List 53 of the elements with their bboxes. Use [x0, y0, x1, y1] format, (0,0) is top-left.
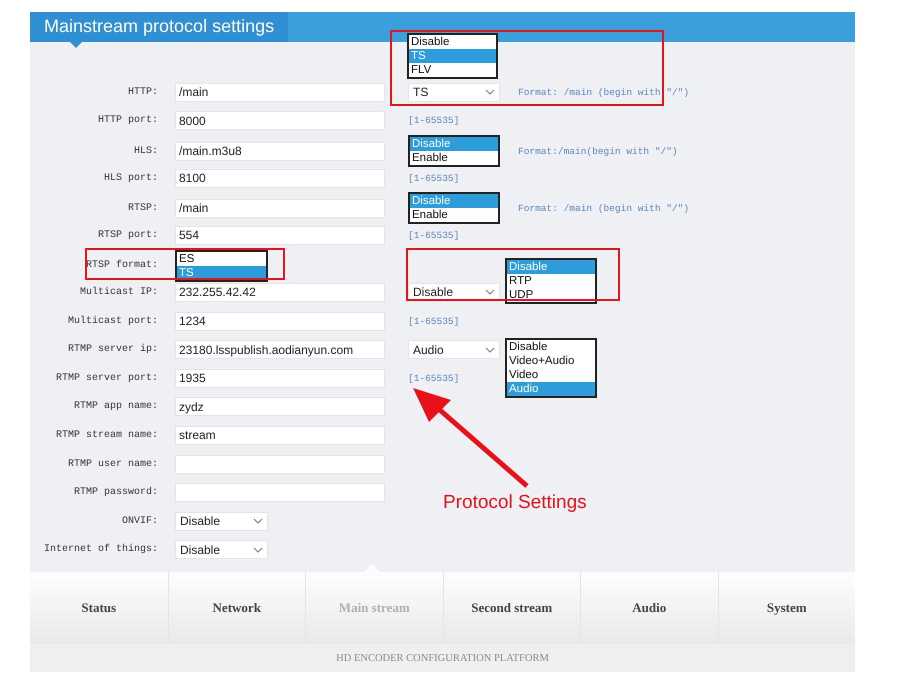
format-hint: Format: /main (begin with "/") — [518, 86, 690, 98]
field-label: HTTP port: — [98, 115, 158, 126]
select-field[interactable]: Audio — [408, 340, 500, 360]
page-title: Mainstream protocol settings — [30, 12, 288, 42]
text-field[interactable]: zydz — [175, 397, 385, 416]
field-label: ONVIF: — [122, 516, 158, 527]
select-field[interactable]: Disable — [175, 540, 268, 560]
nav-tab[interactable]: Status — [30, 572, 168, 644]
field-label: Multicast IP: — [80, 286, 158, 298]
text-field[interactable] — [175, 454, 385, 474]
text-field[interactable]: 23180.lsspublish.aodianyun.com — [175, 340, 385, 360]
field-label: RTMP user name: — [68, 458, 158, 470]
field-label: RTMP password: — [74, 487, 158, 498]
title-pointer — [70, 42, 82, 48]
text-field[interactable] — [175, 483, 385, 502]
select-field[interactable]: TS — [408, 82, 500, 102]
field-label: HTTP: — [128, 86, 158, 98]
chevron-down-icon — [485, 289, 495, 296]
port-range: [1-65535] — [408, 372, 460, 384]
field-label: RTMP stream name: — [56, 430, 158, 441]
text-field[interactable]: /main.m3u8 — [175, 142, 385, 161]
port-range: [1-65535] — [408, 230, 460, 241]
chevron-down-icon — [253, 546, 263, 553]
field-label: Internet of things: — [44, 544, 158, 556]
text-field[interactable]: 1234 — [175, 312, 385, 331]
field-label: RTMP app name: — [74, 401, 158, 412]
field-label: RTSP: — [128, 202, 158, 214]
text-field[interactable]: /main — [175, 198, 385, 218]
text-field[interactable]: /main — [175, 82, 385, 102]
field-label: Multicast port: — [68, 316, 158, 327]
field-label: RTMP server port: — [56, 372, 158, 384]
text-field[interactable]: stream — [175, 426, 385, 445]
chevron-down-icon — [485, 89, 495, 96]
format-hint: Format:/main(begin with "/") — [518, 146, 678, 157]
text-field[interactable]: 554 — [175, 226, 385, 245]
port-range: [1-65535] — [408, 172, 460, 184]
annotation-text: Protocol Settings — [443, 492, 587, 514]
text-field[interactable]: 1935 — [175, 368, 385, 388]
field-label: HLS port: — [104, 172, 158, 184]
select-field[interactable]: Disable — [175, 512, 268, 531]
chevron-down-icon — [485, 346, 495, 353]
port-range: [1-65535] — [408, 115, 460, 126]
text-field[interactable]: 8100 — [175, 168, 385, 188]
port-range: [1-65535] — [408, 316, 460, 327]
chevron-down-icon — [253, 518, 263, 524]
field-label: RTSP port: — [98, 230, 158, 241]
footer-text: HD ENCODER CONFIGURATION PLATFORM — [336, 652, 549, 664]
field-label: RTSP format: — [86, 260, 158, 272]
field-label: HLS: — [134, 146, 158, 157]
field-label: RTMP server ip: — [68, 344, 158, 356]
text-field[interactable]: 8000 — [175, 111, 385, 130]
text-field[interactable]: 232.255.42.42 — [175, 282, 385, 302]
format-hint: Format: /main (begin with "/") — [518, 202, 690, 214]
